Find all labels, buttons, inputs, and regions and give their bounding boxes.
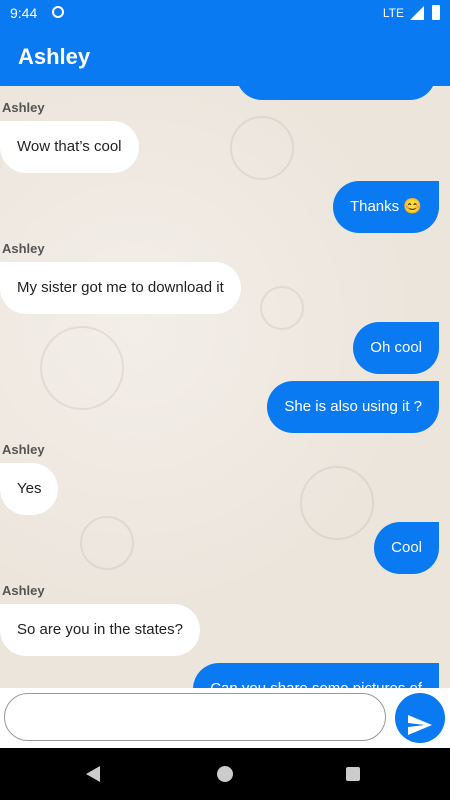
message-bubble-incoming[interactable]: Wow that’s cool: [0, 121, 139, 173]
sender-name: Ashley: [2, 442, 45, 457]
network-type: LTE: [382, 6, 404, 20]
composer-bar: [0, 688, 450, 748]
message-input[interactable]: [4, 693, 386, 741]
app-bar: Ashley: [0, 26, 450, 86]
battery-icon: [432, 5, 440, 20]
message-bubble-outgoing[interactable]: She is also using it ?: [267, 381, 439, 433]
status-time: 9:44: [10, 5, 38, 21]
message-bubble-outgoing[interactable]: Can you share some pictures of: [193, 663, 439, 688]
message-bubble-outgoing[interactable]: [236, 86, 436, 100]
home-icon[interactable]: [217, 766, 233, 782]
status-bar: 9:44 LTE: [0, 0, 450, 26]
chat-title: Ashley: [18, 44, 91, 69]
message-bubble-incoming[interactable]: So are you in the states?: [0, 604, 200, 656]
message-bubble-outgoing[interactable]: Cool: [374, 522, 439, 574]
sender-name: Ashley: [2, 583, 45, 598]
recents-icon[interactable]: [346, 767, 360, 781]
background-doodle: [40, 326, 124, 410]
message-bubble-outgoing[interactable]: Oh cool: [353, 322, 439, 374]
background-doodle: [230, 116, 294, 180]
sender-name: Ashley: [2, 241, 45, 256]
sender-name: Ashley: [2, 100, 45, 115]
message-bubble-incoming[interactable]: Yes: [0, 463, 59, 515]
message-list[interactable]: Ashley Wow that’s cool Thanks 😊 Ashley M…: [0, 86, 450, 688]
app-notification-icon: [52, 6, 64, 18]
background-doodle: [260, 286, 304, 330]
message-bubble-incoming[interactable]: My sister got me to download it: [0, 262, 241, 314]
send-button[interactable]: [395, 693, 445, 743]
back-icon[interactable]: [86, 766, 100, 782]
message-bubble-outgoing[interactable]: Thanks 😊: [332, 181, 439, 233]
background-doodle: [80, 516, 134, 570]
system-nav-bar: [0, 748, 450, 800]
send-icon: [408, 714, 432, 735]
signal-icon: [410, 6, 424, 20]
background-doodle: [300, 466, 374, 540]
